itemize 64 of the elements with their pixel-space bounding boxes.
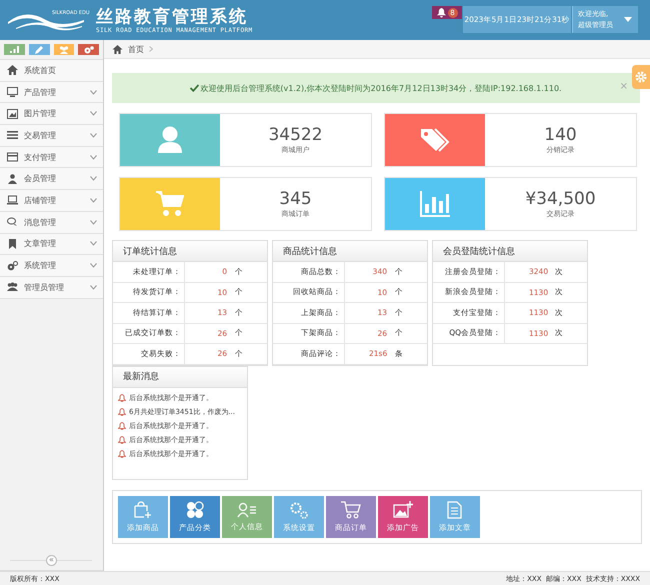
settings-button[interactable] — [632, 65, 650, 89]
pencil-icon — [35, 46, 44, 54]
stat-value: 34522 — [268, 126, 323, 144]
stat-value: ¥34,500 — [525, 190, 596, 208]
sidebar-item[interactable]: 会员管理 — [0, 168, 103, 190]
image-plus-icon — [393, 500, 413, 518]
panel-title: 会员登陆统计信息 — [443, 246, 515, 258]
bell-icon — [118, 450, 126, 458]
breadcrumb-link[interactable]: 首页 — [128, 44, 144, 54]
house-icon — [112, 44, 123, 54]
user-icon — [157, 126, 183, 154]
house-icon — [7, 65, 18, 76]
sidebar-item[interactable]: 管理员管理 — [0, 276, 103, 299]
document-icon — [447, 500, 463, 518]
bell-icon — [118, 394, 126, 402]
monitor-icon — [7, 87, 18, 98]
shortcut-button[interactable] — [78, 44, 99, 55]
bar-chart-icon — [420, 191, 450, 217]
checkmark-icon — [190, 84, 200, 92]
four-leaf-icon — [186, 500, 204, 518]
contact-card-icon — [237, 502, 257, 518]
app-title: 丝路教育管理系统 — [96, 6, 249, 26]
users-icon — [58, 46, 69, 54]
stat-value: 345 — [279, 190, 312, 208]
sidebar-item[interactable]: 消息管理 — [0, 212, 103, 234]
bell-icon — [118, 436, 126, 444]
bell-icon — [436, 8, 446, 18]
stat-value: 140 — [544, 126, 577, 144]
sidebar-item[interactable]: 文章管理 — [0, 234, 103, 256]
sidebar-item[interactable]: 店铺管理 — [0, 190, 103, 212]
shopping-cart-icon — [156, 191, 184, 217]
panel-title: 商品统计信息 — [283, 246, 337, 258]
panel-title: 最新消息 — [123, 370, 159, 383]
bag-plus-icon — [134, 500, 152, 518]
sidebar-item[interactable]: 系统首页 — [0, 60, 103, 82]
settings-icon — [635, 71, 647, 83]
sidebar-item[interactable]: 图片管理 — [0, 103, 103, 126]
person-icon — [7, 174, 18, 184]
shortcut-button[interactable] — [28, 44, 50, 55]
laptop-icon — [7, 195, 18, 206]
caret-icon — [624, 17, 632, 22]
chevron-right-icon — [149, 46, 153, 52]
panel-title: 订单统计信息 — [123, 246, 177, 258]
list-icon — [7, 130, 18, 140]
image-icon — [7, 108, 18, 119]
bell-icon — [118, 408, 126, 416]
card-icon — [7, 152, 18, 162]
sidebar-item[interactable]: 系统管理 — [0, 255, 103, 277]
sidebar-item[interactable]: 产品管理 — [0, 82, 103, 104]
sidebar-item[interactable]: 交易管理 — [0, 125, 103, 147]
shortcut-button[interactable] — [54, 44, 74, 55]
signal-bars-icon — [10, 46, 19, 53]
shortcut-button[interactable] — [4, 44, 25, 55]
gears-icon — [7, 260, 18, 271]
bell-icon — [118, 422, 126, 430]
bookmark-icon — [7, 238, 18, 249]
welcome-message: 欢迎使用后台管理系统(v1.2),你本次登陆时间为2016年7月12日13时34分，登陆IP:192.168.1.110. — [190, 82, 562, 94]
tags-icon — [420, 128, 450, 152]
users-icon — [7, 282, 18, 292]
gears-icon — [289, 500, 309, 518]
shopping-cart-icon — [341, 500, 361, 518]
collapse-sidebar-button[interactable]: « — [46, 554, 57, 566]
sidebar-item[interactable]: 支付管理 — [0, 146, 103, 168]
gears-icon — [84, 46, 94, 54]
